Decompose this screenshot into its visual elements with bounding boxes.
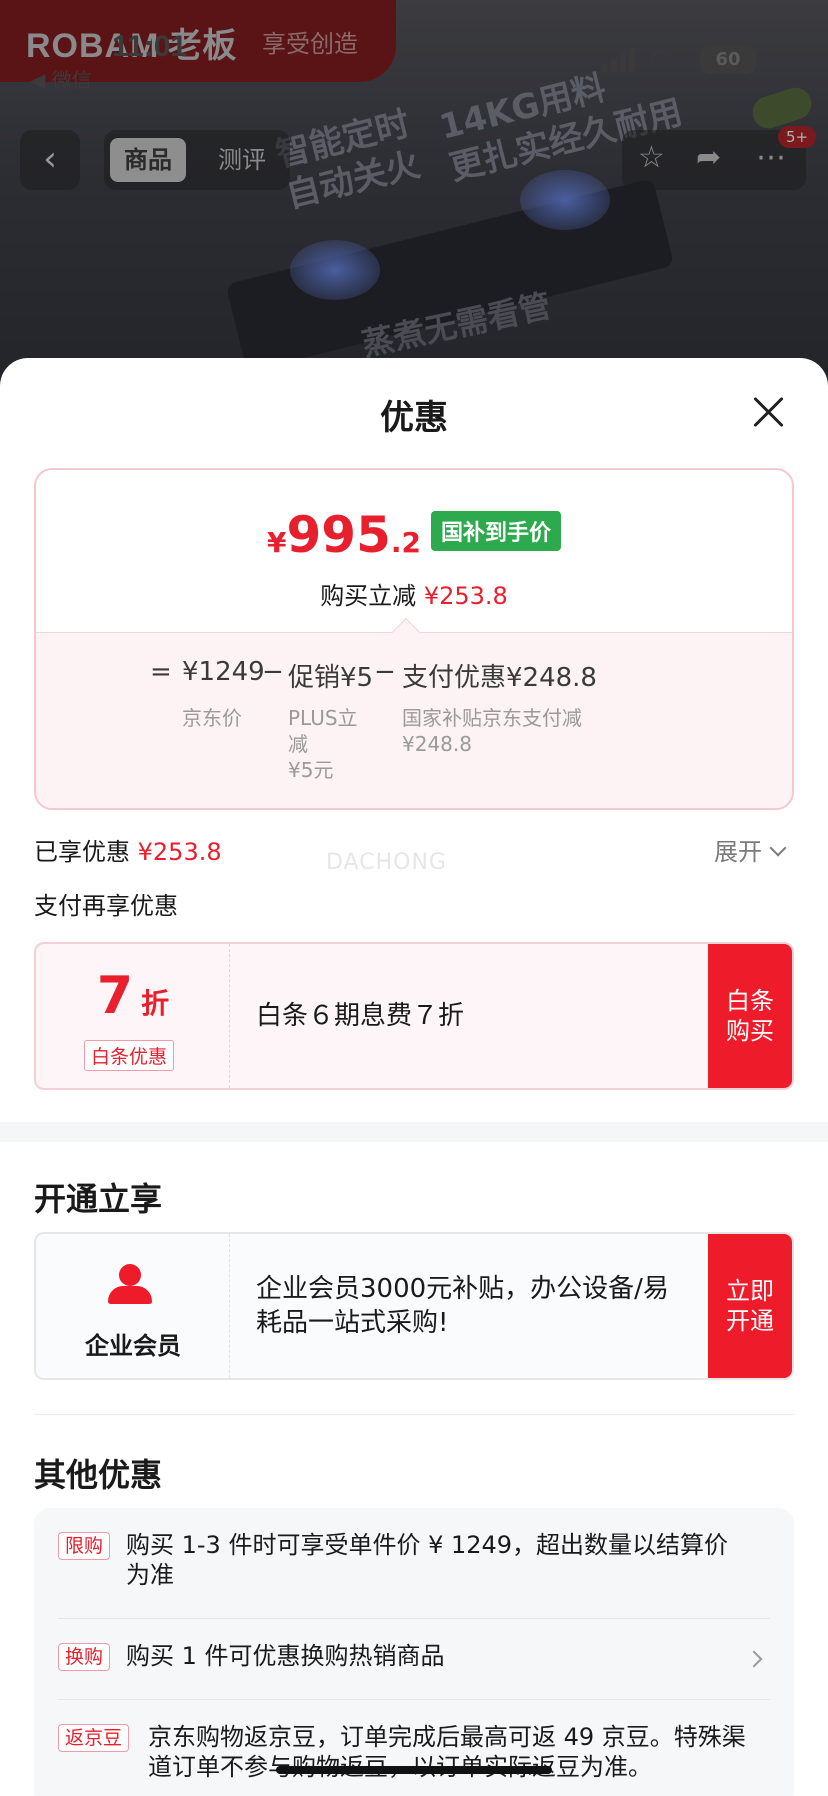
equals-sign: = <box>150 657 172 687</box>
section-divider <box>0 1122 828 1142</box>
hero-text: 智能定时 自动关火 <box>272 103 424 217</box>
jd-price: ¥1249 <box>182 657 265 687</box>
chevron-left-icon: ‹ <box>43 139 57 179</box>
final-price: ¥995.2 国补到手价 <box>36 506 792 564</box>
other-offers-list: 限购 购买 1-3 件时可享受单件价 ¥ 1249，超出数量以结算价为准 换购 … <box>34 1508 794 1796</box>
divider <box>34 1414 794 1415</box>
baitiao-desc: 白条６期息费７折 <box>256 1001 465 1031</box>
tab-review[interactable]: 测评 <box>204 138 280 182</box>
currency-symbol: ¥ <box>267 526 287 559</box>
product-tabs: 商品 测评 <box>104 130 290 190</box>
exchange-text: 购买 1 件可优惠换购热销商品 <box>126 1642 445 1670</box>
list-item: 返京豆 京东购物返京豆，订单完成后最高可返 49 京豆。特殊渠道订单不参与购物返… <box>34 1700 794 1796</box>
subsidy-price-badge: 国补到手价 <box>430 511 561 551</box>
share-icon[interactable]: ➦ <box>696 140 721 175</box>
open-membership-button[interactable]: 立即开通 <box>708 1234 792 1378</box>
limit-text: 购买 1-3 件时可享受单件价 ¥ 1249，超出数量以结算价为准 <box>126 1531 729 1589</box>
pay-more-title: 支付再享优惠 <box>34 892 178 920</box>
instant-cut: 购买立减 ¥253.8 <box>36 576 792 611</box>
instant-cut-label: 购买立减 <box>320 582 417 610</box>
baitiao-tag: 白条优惠 <box>84 1040 175 1071</box>
limit-tag: 限购 <box>58 1532 111 1560</box>
discount-sheet: 优惠 ¥995.2 国补到手价 购买立减 ¥253.8 = ¥1249 − 促销¥… <box>0 358 828 1796</box>
jd-price-label: 京东价 <box>182 706 242 730</box>
price-decimal: .2 <box>390 526 421 559</box>
cart-badge: 5+ <box>778 126 817 148</box>
baitiao-discount-block: 7折 白条优惠 <box>36 944 230 1088</box>
discount-unit: 折 <box>141 987 170 1020</box>
star-icon[interactable]: ☆ <box>638 140 665 175</box>
instant-cut-value: ¥253.8 <box>423 582 508 610</box>
enterprise-offer-card: 企业会员 企业会员3000元补贴，办公设备/易耗品一站式采购! 立即开通 <box>34 1232 794 1380</box>
enterprise-label: 企业会员 <box>85 1332 181 1360</box>
other-section-title: 其他优惠 <box>34 1456 163 1494</box>
expand-toggle[interactable]: 展开 <box>714 832 787 867</box>
back-button[interactable]: ‹ <box>20 130 80 190</box>
back-to-wechat-link[interactable]: ◀ 微信 <box>30 64 92 93</box>
brand-slogan: 享受创造 <box>262 30 358 58</box>
price-summary: ¥995.2 国补到手价 购买立减 ¥253.8 <box>36 470 792 632</box>
enterprise-desc: 企业会员3000元补贴，办公设备/易耗品一站式采购! <box>256 1274 669 1338</box>
enjoyed-value: ¥253.8 <box>137 838 222 866</box>
close-icon[interactable] <box>748 392 788 432</box>
tab-product[interactable]: 商品 <box>110 138 186 182</box>
product-image-flame <box>520 170 610 230</box>
baitiao-discount: 7折 <box>36 966 230 1026</box>
exchange-item[interactable]: 换购 购买 1 件可优惠换购热销商品 <box>34 1619 794 1699</box>
minus-sign: − <box>374 657 396 687</box>
pay-discount-detail: 国家补贴京东支付减 ¥248.8 <box>402 706 582 756</box>
product-page-background: ROBAM 老板 享受创造 11:01 ◀ 微信 ◠ 60 智能定时 自动关火 1… <box>0 0 828 400</box>
user-icon <box>108 1264 152 1304</box>
exchange-tag: 换购 <box>58 1643 111 1671</box>
sheet-title: 优惠 <box>380 398 448 438</box>
product-image-flame <box>290 240 380 300</box>
pay-discount: 支付优惠¥248.8 <box>402 663 597 693</box>
enjoyed-discount: 已享优惠 ¥253.8 <box>34 832 222 867</box>
open-section-title: 开通立享 <box>34 1180 163 1218</box>
price-breakdown: = ¥1249 − 促销¥5 − 支付优惠¥248.8 京东价 PLUS立 减 … <box>36 632 792 808</box>
promo-detail: PLUS立 减 ¥5元 <box>288 706 358 782</box>
discount-number: 7 <box>96 966 134 1026</box>
enjoyed-label: 已享优惠 <box>34 838 130 866</box>
expand-label: 展开 <box>714 838 762 866</box>
chevron-right-icon <box>745 1650 763 1668</box>
chevron-down-icon <box>769 839 787 857</box>
price-card: ¥995.2 国补到手价 购买立减 ¥253.8 = ¥1249 − 促销¥5 −… <box>34 468 794 810</box>
minus-sign: − <box>262 657 284 687</box>
watermark: DACHONG <box>326 850 447 875</box>
home-indicator[interactable] <box>276 1766 552 1774</box>
battery-icon: 60 <box>700 46 756 74</box>
price-integer: 995 <box>286 506 391 564</box>
list-item: 限购 购买 1-3 件时可享受单件价 ¥ 1249，超出数量以结算价为准 <box>34 1508 794 1618</box>
baitiao-offer-card: 7折 白条优惠 白条６期息费７折 白条购买 <box>34 942 794 1090</box>
enterprise-block: 企业会员 <box>36 1234 230 1378</box>
status-time: 11:01 <box>112 30 188 63</box>
promo-amount: 促销¥5 <box>288 663 374 693</box>
baitiao-buy-button[interactable]: 白条购买 <box>708 944 792 1088</box>
jingdou-tag: 返京豆 <box>58 1724 130 1752</box>
